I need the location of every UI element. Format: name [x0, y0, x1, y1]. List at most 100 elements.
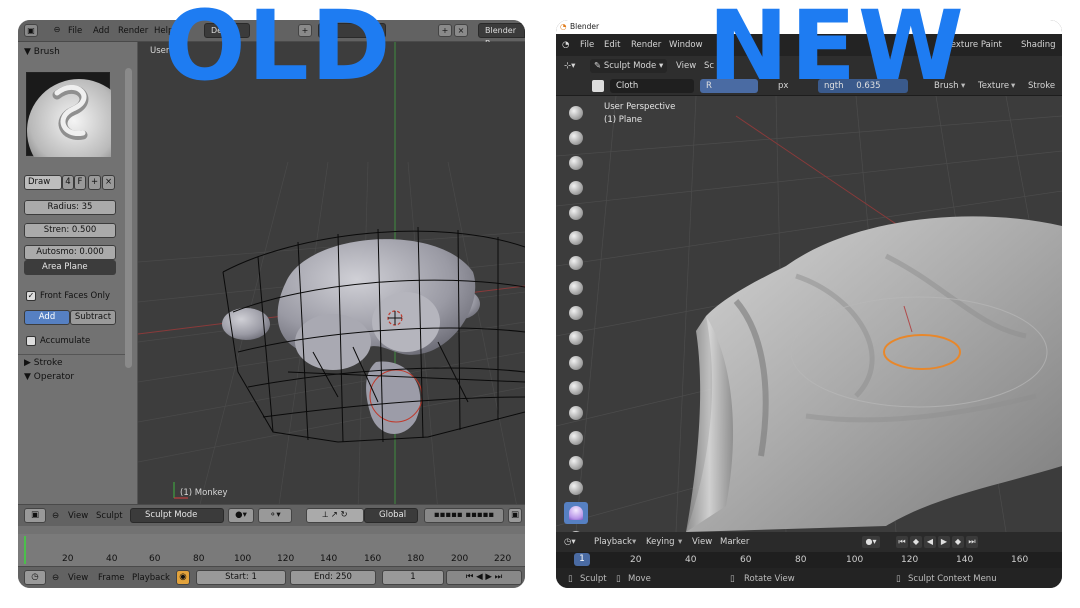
- tool-scrape-icon[interactable]: [564, 377, 588, 399]
- brush-name-field[interactable]: Draw: [24, 175, 62, 190]
- brush-users[interactable]: 4: [62, 175, 74, 190]
- stroke-panel-header[interactable]: ▶ Stroke: [24, 358, 62, 368]
- menu-window[interactable]: Window: [669, 40, 703, 50]
- old-timeline[interactable]: 20 40 60 80 100 120 140 160 180 200 220: [18, 534, 525, 566]
- start-frame-field[interactable]: Start: 1: [196, 570, 286, 585]
- tool-pinch-icon[interactable]: [564, 402, 588, 424]
- mode-dropdown[interactable]: Sculpt Mode: [130, 508, 224, 523]
- mode-dropdown[interactable]: ✎ Sculpt Mode ▾: [590, 59, 668, 73]
- timeline-menu-marker[interactable]: Marker: [720, 537, 749, 547]
- timeline-menu-keying[interactable]: Keying: [646, 537, 675, 547]
- editor-type-icon[interactable]: ▣: [24, 24, 38, 37]
- tool-thumb-icon[interactable]: [564, 477, 588, 499]
- autosmooth-slider[interactable]: Autosmo: 0.000: [24, 245, 116, 260]
- timeline-menu-frame[interactable]: Frame: [98, 573, 124, 583]
- menu-render[interactable]: Render: [631, 40, 661, 50]
- stroke-menu[interactable]: Stroke: [1028, 81, 1055, 91]
- preview-range-icon[interactable]: ◉: [176, 570, 190, 585]
- tool-flatten-icon[interactable]: [564, 327, 588, 349]
- jump-start-icon[interactable]: ⏮: [896, 536, 908, 548]
- status-context-action: Sculpt Context Menu: [908, 574, 997, 584]
- menu-add[interactable]: Add: [93, 26, 109, 36]
- menu-file[interactable]: File: [68, 26, 82, 36]
- new-3d-viewport[interactable]: User Perspective (1) Plane: [556, 96, 1062, 532]
- accumulate-checkbox[interactable]: [26, 336, 36, 346]
- tool-inflate-icon[interactable]: [564, 227, 588, 249]
- timeline-editor-type-icon[interactable]: ◷▾: [564, 537, 576, 547]
- subtract-button[interactable]: Subtract: [70, 310, 116, 325]
- menu-edit[interactable]: Edit: [604, 40, 620, 50]
- editor-type-icon[interactable]: ⊹▾: [564, 61, 575, 71]
- tool-snake-hook-icon[interactable]: [564, 452, 588, 474]
- timeline-tick: 140: [320, 554, 338, 564]
- orientation-dropdown[interactable]: Global: [364, 508, 418, 523]
- mode-label: Sculpt Mode: [603, 61, 657, 71]
- layer-buttons[interactable]: ▪▪▪▪▪ ▪▪▪▪▪: [424, 508, 504, 523]
- play-reverse-icon[interactable]: ◀: [924, 536, 936, 548]
- timeline-ruler[interactable]: 1 20 40 60 80 100 120 140 160: [556, 552, 1062, 568]
- current-frame-field[interactable]: 1: [382, 570, 444, 585]
- layer-lock-icon[interactable]: ▣: [508, 508, 522, 523]
- record-button-icon[interactable]: ●▾: [862, 536, 880, 548]
- menu-view[interactable]: View: [676, 61, 696, 71]
- tool-clay-strips-icon[interactable]: [564, 177, 588, 199]
- brush-preview[interactable]: [26, 72, 131, 183]
- tool-layer-icon[interactable]: [564, 202, 588, 224]
- tool-fill-icon[interactable]: [564, 352, 588, 374]
- add-scene-icon[interactable]: +: [438, 24, 452, 37]
- current-frame-marker[interactable]: [24, 536, 26, 564]
- tool-grab-icon[interactable]: [564, 427, 588, 449]
- operator-panel-header[interactable]: ▼ Operator: [24, 372, 74, 382]
- timeline-menu-playback[interactable]: Playback: [132, 573, 170, 583]
- radius-slider[interactable]: Radius: 35: [24, 200, 116, 215]
- strength-slider[interactable]: Stren: 0.500: [24, 223, 116, 238]
- menu-render[interactable]: Render: [118, 26, 148, 36]
- tool-smooth-icon[interactable]: [564, 302, 588, 324]
- manipulator-buttons[interactable]: ⟂ ↗ ↻: [306, 508, 364, 523]
- active-object-label: (1) Monkey: [180, 488, 228, 498]
- brush-panel-header[interactable]: ▼ Brush: [24, 47, 60, 57]
- timeline-menu-view[interactable]: View: [68, 573, 88, 583]
- tool-draw-sharp-icon[interactable]: [564, 127, 588, 149]
- timeline-menu-view[interactable]: View: [692, 537, 712, 547]
- viewport-header-collapse-icon[interactable]: ⊖: [52, 511, 59, 521]
- end-frame-field[interactable]: End: 250: [290, 570, 376, 585]
- menu-sculpt[interactable]: Sculpt: [96, 511, 123, 521]
- tool-clay-icon[interactable]: [564, 152, 588, 174]
- sculpt-plane-dropdown[interactable]: Area Plane: [24, 260, 116, 275]
- timeline-menu-playback[interactable]: Playback: [594, 537, 632, 547]
- menu-file[interactable]: File: [580, 40, 594, 50]
- workspace-tab-shading[interactable]: Shading: [1021, 40, 1056, 50]
- jump-end-icon[interactable]: ⏭: [966, 536, 978, 548]
- tool-cloth-icon[interactable]: [564, 502, 588, 524]
- tool-blob-icon[interactable]: [564, 252, 588, 274]
- viewport-editor-type-icon[interactable]: ▣: [24, 508, 46, 523]
- play-icon[interactable]: ▶: [938, 536, 950, 548]
- blender-menu-icon[interactable]: ◔: [562, 40, 569, 50]
- render-engine-field[interactable]: Blender R: [478, 23, 525, 48]
- delete-scene-icon[interactable]: ×: [454, 24, 468, 37]
- timeline-collapse-icon[interactable]: ⊖: [52, 573, 59, 583]
- tool-crease-icon[interactable]: [564, 277, 588, 299]
- new-brush-icon[interactable]: +: [88, 175, 101, 190]
- front-faces-checkbox[interactable]: ✓: [26, 291, 36, 301]
- timeline-editor-type-icon[interactable]: ◷: [24, 570, 46, 585]
- playback-controls[interactable]: ⏮ ◀ ▶ ⏭: [446, 570, 522, 585]
- next-keyframe-icon[interactable]: ◆: [952, 536, 964, 548]
- unlink-brush-icon[interactable]: ×: [102, 175, 115, 190]
- brush-name-field[interactable]: Cloth: [610, 79, 694, 93]
- add-button[interactable]: Add: [24, 310, 70, 325]
- old-3d-viewport[interactable]: User (1) Monkey: [138, 42, 525, 512]
- tool-draw-icon[interactable]: [564, 102, 588, 124]
- timeline-tick: 80: [193, 554, 205, 564]
- pivot-dropdown-icon[interactable]: ⚬▾: [258, 508, 292, 523]
- texture-menu[interactable]: Texture: [978, 81, 1009, 91]
- fake-user-button[interactable]: F: [74, 175, 86, 190]
- tool-shelf-scrollbar[interactable]: [125, 68, 132, 368]
- current-frame-indicator[interactable]: 1: [574, 553, 590, 566]
- brush-icon[interactable]: [592, 80, 604, 92]
- menu-view[interactable]: View: [68, 511, 88, 521]
- collapse-menu-icon[interactable]: ⊖: [50, 24, 64, 37]
- prev-keyframe-icon[interactable]: ◆: [910, 536, 922, 548]
- shading-dropdown-icon[interactable]: ●▾: [228, 508, 254, 523]
